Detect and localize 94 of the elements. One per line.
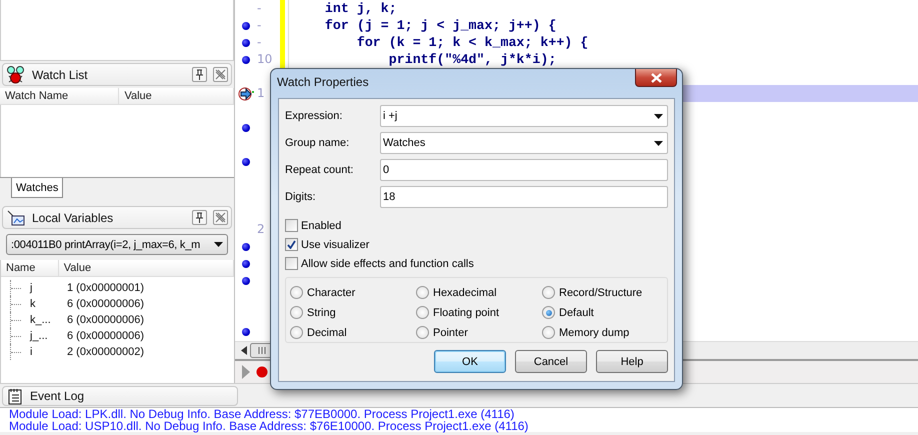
radio-label[interactable]: Memory dump	[559, 326, 630, 338]
radio-label[interactable]: Default	[559, 306, 594, 318]
checkbox[interactable]	[285, 238, 298, 251]
radio-label[interactable]: Floating point	[433, 306, 500, 318]
radio-button[interactable]	[416, 306, 429, 319]
watch-bug-icon	[6, 66, 26, 84]
radio-button[interactable]	[542, 306, 555, 319]
code-line: int j, k;	[324, 1, 397, 16]
stack-frame-dropdown[interactable]: :004011B0 printArray(i=2, j_max=6, k_m	[6, 234, 228, 255]
help-button[interactable]: Help	[596, 350, 668, 373]
radio-button[interactable]	[290, 286, 303, 299]
column-header[interactable]: Value	[58, 260, 234, 276]
dropdown-arrow-icon	[654, 140, 663, 146]
radio-button[interactable]	[416, 286, 429, 299]
close-button[interactable]	[635, 69, 677, 87]
radio-button[interactable]	[290, 326, 303, 339]
close-icon	[215, 212, 226, 223]
breakpoint-dot-icon[interactable]	[242, 158, 250, 166]
dropdown-field[interactable]: i +j	[380, 105, 668, 127]
column-header[interactable]: Value	[119, 88, 234, 104]
log-entry: Module Load: USP10.dll. No Debug Info. Base Address: $76E10000. Process Project1.exe (4116)	[9, 420, 530, 432]
field-label: Group name:	[285, 137, 350, 149]
breakpoint-dot-icon[interactable]	[242, 242, 250, 250]
field-label: Repeat count:	[285, 164, 354, 176]
code-line: for (k = 1; k < k_max; k++) {	[356, 35, 588, 50]
pin-button[interactable]	[192, 67, 207, 82]
breakpoint-dot-icon[interactable]	[242, 260, 250, 268]
dropdown-field[interactable]: Watches	[380, 132, 668, 154]
panel-title: Event Log	[30, 389, 86, 403]
notepad-icon	[6, 388, 24, 404]
checkbox-label[interactable]: Use visualizer	[301, 238, 370, 250]
breakpoint-dot-icon[interactable]	[242, 38, 250, 46]
variable-value: 1 (0x00000001)	[67, 282, 144, 294]
change-bar	[280, 0, 285, 68]
radio-label[interactable]: String	[307, 306, 336, 318]
dropdown-arrow-icon	[214, 242, 223, 247]
line-number: -	[257, 1, 262, 15]
pin-icon	[195, 212, 204, 223]
bug-icon[interactable]	[256, 366, 268, 378]
radio-label[interactable]: Pointer	[433, 326, 468, 338]
variable-name: k_...	[30, 314, 52, 326]
breakpoint-dot-icon[interactable]	[242, 56, 250, 64]
line-number: 1	[257, 86, 265, 100]
ok-button[interactable]: OK	[434, 350, 506, 373]
variable-value: 6 (0x00000006)	[67, 314, 144, 326]
breakpoint-dot-icon[interactable]	[242, 276, 250, 284]
checkbox-label[interactable]: Enabled	[301, 220, 342, 232]
breakpoint-dot-icon[interactable]	[242, 328, 250, 336]
variable-value: 6 (0x00000006)	[67, 298, 144, 310]
variable-name: j_...	[30, 330, 49, 342]
variable-name: k	[30, 298, 36, 310]
pin-icon	[195, 69, 204, 80]
radio-button[interactable]	[416, 326, 429, 339]
scroll-left-icon[interactable]	[241, 346, 247, 355]
variable-name: i	[30, 346, 34, 358]
radio-label[interactable]: Record/Structure	[559, 286, 642, 298]
code-line: for (j = 1; j < j_max; j++) {	[324, 18, 556, 33]
close-icon	[215, 69, 226, 80]
panel-title: Watch List	[32, 68, 89, 82]
pin-button[interactable]	[192, 210, 207, 225]
checkbox[interactable]	[285, 219, 298, 232]
checkbox[interactable]	[285, 257, 298, 270]
cancel-button[interactable]: Cancel	[515, 350, 587, 373]
breakpoint-dot-icon[interactable]	[242, 124, 250, 132]
radio-button[interactable]	[290, 306, 303, 319]
radio-label[interactable]: Decimal	[307, 326, 347, 338]
input-field[interactable]: 0	[380, 159, 668, 181]
variable-name: j	[30, 282, 34, 294]
input-field[interactable]: 18	[380, 186, 668, 208]
log-entry: Module Load: LPK.dll. No Debug Info. Base Address: $77EB0000. Process Project1.exe (4116)	[9, 408, 516, 420]
line-number: -	[257, 18, 262, 32]
line-number: 10	[257, 52, 272, 66]
watches-tab[interactable]: Watches	[11, 178, 64, 198]
checkbox-label[interactable]: Allow side effects and function calls	[301, 258, 474, 270]
panel-title: Local Variables	[32, 210, 114, 224]
radio-label[interactable]: Hexadecimal	[433, 286, 497, 298]
code-line: printf("%4d", j*k*i);	[388, 52, 556, 67]
close-icon	[650, 72, 662, 82]
column-header[interactable]: Name	[1, 260, 59, 276]
column-header[interactable]: Watch Name	[0, 88, 120, 104]
field-label: Expression:	[285, 110, 344, 122]
dropdown-arrow-icon	[654, 114, 663, 118]
breakpoint-dot-icon[interactable]	[242, 22, 250, 30]
variable-value: 2 (0x00000002)	[67, 346, 144, 358]
field-label: Digits:	[285, 191, 317, 203]
radio-button[interactable]	[542, 326, 555, 339]
radio-button[interactable]	[542, 286, 555, 299]
execution-arrow-icon	[238, 86, 254, 100]
variables-icon	[6, 208, 26, 226]
dialog-title: Watch Properties	[277, 75, 370, 89]
variable-value: 6 (0x00000006)	[67, 330, 144, 342]
line-number: -	[257, 35, 262, 49]
radio-label[interactable]: Character	[307, 286, 356, 298]
line-number: 2	[257, 222, 265, 236]
